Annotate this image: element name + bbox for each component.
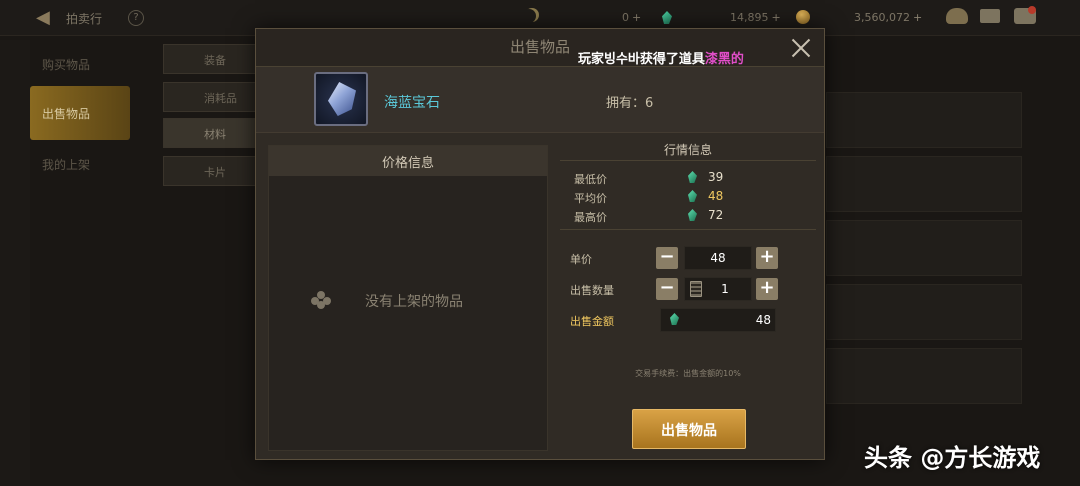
quantity-decrease-button[interactable]: − — [656, 278, 678, 300]
background-list-row — [826, 220, 1022, 276]
moon-currency: 0 + — [622, 11, 642, 24]
notice-text: 玩家빙수바获得了道具 — [578, 52, 705, 67]
market-row-label: 最高价 — [574, 211, 607, 224]
item-name: 海蓝宝石 — [384, 95, 440, 111]
price-info-title: 价格信息 — [269, 146, 547, 176]
category-cards[interactable]: 卡片 — [163, 156, 257, 186]
market-row-average: 平均价 48 — [570, 188, 810, 206]
unit-price-increase-button[interactable]: + — [756, 247, 778, 269]
market-row-label: 最低价 — [574, 173, 607, 186]
gem-icon — [688, 209, 697, 221]
gem-icon — [688, 190, 697, 202]
fee-note: 交易手续费：出售金额的10% — [635, 369, 741, 378]
unit-price-decrease-button[interactable]: − — [656, 247, 678, 269]
quantity-label: 出售数量 — [570, 284, 614, 297]
market-row-value: 39 — [708, 170, 724, 184]
category-equipment[interactable]: 装备 — [163, 44, 257, 74]
add-moon-button[interactable]: + — [632, 11, 641, 24]
background-list-row — [826, 156, 1022, 212]
sell-dialog: 出售物品 玩家빙수바获得了道具漆黑的 海蓝宝石 拥有：6 价格信息 没有上架的物… — [255, 28, 825, 460]
market-row-lowest: 最低价 39 — [570, 169, 810, 187]
hat-icon[interactable] — [946, 8, 968, 24]
background-left-panel — [0, 40, 30, 486]
background-list-row — [826, 92, 1022, 148]
notice-item-name: 漆黑的 — [704, 52, 744, 67]
unit-price-input[interactable]: 48 — [684, 246, 752, 270]
help-icon[interactable]: ? — [128, 10, 144, 26]
divider — [560, 229, 816, 230]
item-row: 海蓝宝石 拥有：6 — [256, 67, 824, 133]
back-arrow-icon[interactable]: ◀ — [36, 8, 58, 28]
market-row-value: 48 — [708, 189, 724, 203]
nav-sell-items[interactable]: 出售物品 — [30, 86, 130, 140]
item-owned-count: 拥有：6 — [606, 96, 654, 111]
nav-buy-items[interactable]: 购买物品 — [30, 40, 130, 86]
sell-button[interactable]: 出售物品 — [632, 409, 746, 449]
gem-icon — [688, 171, 697, 183]
moon-currency-icon — [522, 9, 536, 23]
market-row-highest: 最高价 72 — [570, 207, 810, 225]
watermark: 头条 @方长游戏 — [864, 444, 1041, 472]
screen-title: 拍卖行 — [66, 12, 103, 26]
background-list-row — [826, 348, 1022, 404]
notification-dot — [1028, 6, 1036, 14]
system-notice: 玩家빙수바获得了道具漆黑的 — [578, 48, 744, 67]
unit-price-label: 单价 — [570, 253, 592, 266]
total-amount-label: 出售金额 — [570, 315, 614, 328]
category-materials[interactable]: 材料 — [163, 118, 257, 148]
mail-icon[interactable] — [980, 9, 1000, 23]
gold-currency: 3,560,072 + — [854, 11, 923, 24]
price-info-panel: 价格信息 没有上架的物品 — [268, 145, 548, 451]
gold-coin-icon — [796, 10, 810, 24]
market-row-value: 72 — [708, 208, 724, 222]
nav-my-listings[interactable]: 我的上架 — [30, 140, 130, 186]
market-info-title: 行情信息 — [560, 137, 816, 161]
empty-flower-icon — [311, 291, 331, 309]
add-gold-button[interactable]: + — [913, 11, 922, 24]
gem-currency: 14,895 + — [730, 11, 781, 24]
empty-listing-text: 没有上架的物品 — [365, 294, 463, 310]
calculator-icon[interactable] — [690, 281, 702, 297]
add-gem-button[interactable]: + — [772, 11, 781, 24]
quantity-increase-button[interactable]: + — [756, 278, 778, 300]
market-row-label: 平均价 — [574, 192, 607, 205]
background-list-row — [826, 284, 1022, 340]
category-consumables[interactable]: 消耗品 — [163, 82, 257, 112]
gem-currency-icon — [662, 11, 672, 24]
close-icon[interactable] — [790, 37, 812, 59]
aquamarine-gem-icon[interactable] — [314, 72, 368, 126]
